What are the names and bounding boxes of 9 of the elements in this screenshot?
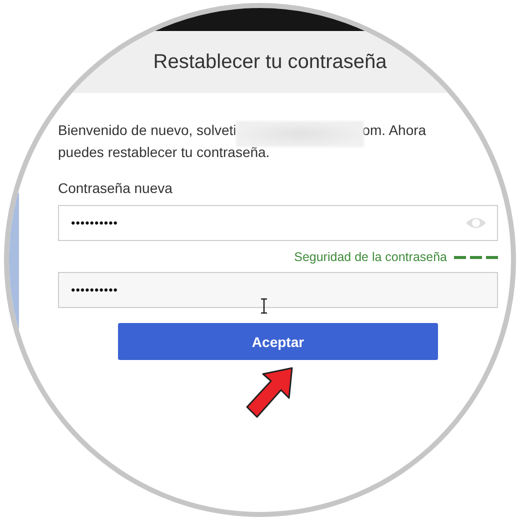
- eye-icon[interactable]: [465, 216, 487, 230]
- password-field[interactable]: ••••••••••: [58, 272, 498, 308]
- message-text: Bienvenido de nuevo, solveti om. Ahora puedes restablecer tu contraseña.: [58, 120, 428, 162]
- field-label: Contraseña nueva: [58, 180, 174, 196]
- password-field[interactable]: ••••••••••: [58, 205, 498, 241]
- accept-button[interactable]: Aceptar: [118, 323, 438, 360]
- strength-label: Seguridad de la contraseña: [294, 250, 447, 264]
- text-cursor-icon: [260, 298, 268, 314]
- dialog-title: Restablecer tu contraseña: [153, 50, 387, 74]
